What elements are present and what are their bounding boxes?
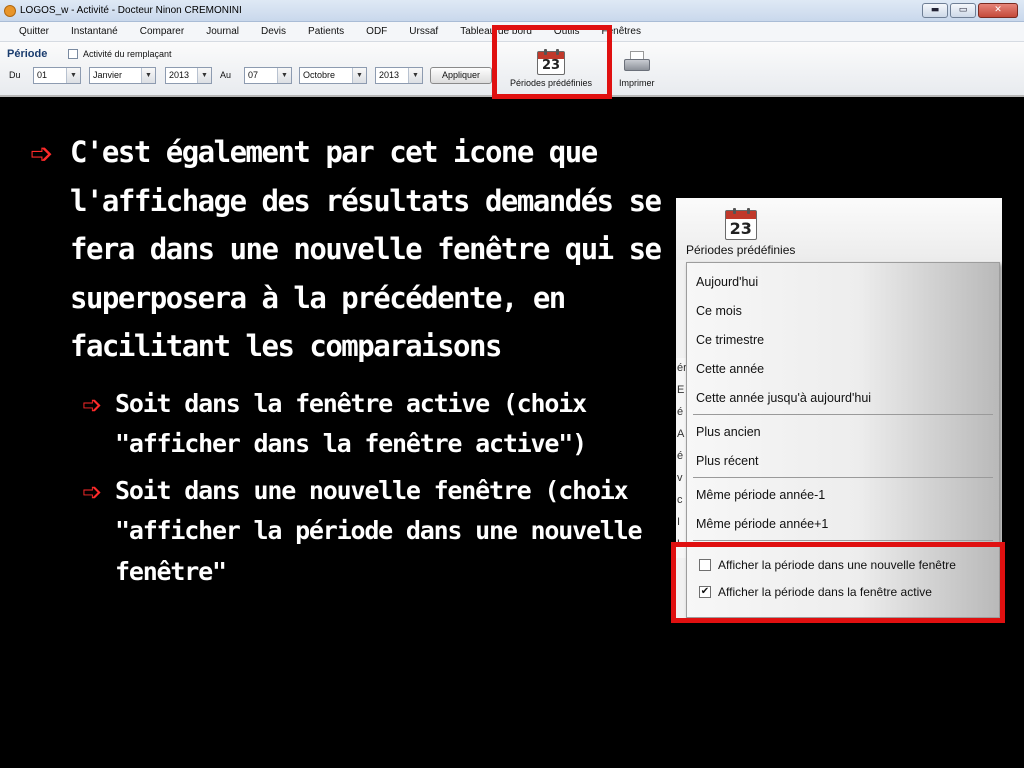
to-month-value: Octobre <box>303 70 336 80</box>
from-year-select[interactable]: 2013 ▼ <box>165 67 212 84</box>
to-day-value: 07 <box>248 70 259 80</box>
close-button[interactable]: ✕ <box>978 3 1018 18</box>
menu-item-newer[interactable]: Plus récent <box>696 454 759 468</box>
predefined-periods-button[interactable]: 23 Périodes prédéfinies <box>686 208 796 257</box>
printer-icon <box>623 51 650 73</box>
from-day-value: 01 <box>37 70 48 80</box>
menu-item-today[interactable]: Aujourd'hui <box>696 275 758 289</box>
sub-bullet-text: Soit dans une nouvelle fenêtre (choix "a… <box>115 475 643 586</box>
slide-text: ➩ C'est également par cet icone que l'af… <box>30 128 670 592</box>
from-month-select[interactable]: Janvier ▼ <box>89 67 156 84</box>
chevron-down-icon[interactable]: ▼ <box>197 68 211 83</box>
chevron-down-icon[interactable]: ▼ <box>141 68 155 83</box>
minimize-button[interactable]: ▬ <box>922 3 948 18</box>
menu-instantane[interactable]: Instantané <box>60 26 129 37</box>
menu-item-older[interactable]: Plus ancien <box>696 425 761 439</box>
to-month-select[interactable]: Octobre ▼ <box>299 67 367 84</box>
sub-bullet-new-window: ➩ Soit dans une nouvelle fenêtre (choix … <box>30 471 670 593</box>
sub-bullet-active-window: ➩ Soit dans la fenêtre active (choix "af… <box>30 384 670 465</box>
menu-item-this-quarter[interactable]: Ce trimestre <box>696 333 764 347</box>
menu-quitter[interactable]: Quitter <box>8 26 60 37</box>
main-bullet: ➩ C'est également par cet icone que l'af… <box>30 128 670 371</box>
menu-separator <box>693 540 993 541</box>
from-day-select[interactable]: 01 ▼ <box>33 67 81 84</box>
predefined-periods-label: Périodes prédéfinies <box>686 243 796 257</box>
periods-button-highlight <box>492 25 612 99</box>
menu-item-this-year[interactable]: Cette année <box>696 362 764 376</box>
maximize-button[interactable]: ▭ <box>950 3 976 18</box>
chevron-down-icon[interactable]: ▼ <box>66 68 80 83</box>
print-button[interactable]: Imprimer <box>619 45 655 88</box>
background-window-edge: ér E é A é v c I L <box>676 358 687 558</box>
periode-label: Période <box>7 48 48 60</box>
calendar-day: 23 <box>729 219 752 238</box>
menu-comparer[interactable]: Comparer <box>129 26 195 37</box>
replacement-checkbox-label: Activité du remplaçant <box>83 49 172 59</box>
menu-item-year-to-date[interactable]: Cette année jusqu'à aujourd'hui <box>696 391 871 405</box>
from-month-value: Janvier <box>93 70 123 80</box>
display-options-highlight <box>671 542 1005 623</box>
arrow-bullet-icon: ➩ <box>82 390 102 419</box>
replacement-checkbox[interactable] <box>68 49 78 59</box>
replacement-checkbox-row[interactable]: Activité du remplaçant <box>68 49 172 59</box>
dropdown-header: 23 Périodes prédéfinies <box>676 198 1002 260</box>
menu-item-this-month[interactable]: Ce mois <box>696 304 742 318</box>
du-label: Du <box>9 70 21 80</box>
menu-odf[interactable]: ODF <box>355 26 398 37</box>
from-year-value: 2013 <box>169 70 190 80</box>
app-logo-icon <box>4 4 16 17</box>
title-bar: LOGOS_w - Activité - Docteur Ninon CREMO… <box>0 0 1024 22</box>
apply-button[interactable]: Appliquer <box>430 67 492 84</box>
menu-separator <box>693 477 993 478</box>
to-day-select[interactable]: 07 ▼ <box>244 67 292 84</box>
menu-item-same-period-prev-year[interactable]: Même période année-1 <box>696 488 825 502</box>
date-filter-row: Du 01 ▼ Janvier ▼ 2013 ▼ Au 07 ▼ Octobre… <box>0 67 500 85</box>
to-year-value: 2013 <box>379 70 400 80</box>
calendar-icon: 23 <box>724 208 757 240</box>
print-label: Imprimer <box>619 78 655 88</box>
chevron-down-icon[interactable]: ▼ <box>352 68 366 83</box>
menu-devis[interactable]: Devis <box>250 26 297 37</box>
chevron-down-icon[interactable]: ▼ <box>277 68 291 83</box>
window-title: LOGOS_w - Activité - Docteur Ninon CREMO… <box>20 5 242 16</box>
menu-separator <box>693 414 993 415</box>
window-controls: ▬ ▭ ✕ <box>922 3 1018 18</box>
chevron-down-icon[interactable]: ▼ <box>408 68 422 83</box>
sub-bullet-text: Soit dans la fenêtre active (choix "affi… <box>115 388 587 459</box>
menu-item-same-period-next-year[interactable]: Même période année+1 <box>696 517 828 531</box>
arrow-bullet-icon: ➩ <box>82 477 102 506</box>
au-label: Au <box>220 70 232 80</box>
arrow-bullet-icon: ➩ <box>30 137 53 170</box>
menu-urssaf[interactable]: Urssaf <box>398 26 449 37</box>
to-year-select[interactable]: 2013 ▼ <box>375 67 423 84</box>
main-bullet-text: C'est également par cet icone que l'affi… <box>70 135 662 363</box>
menu-journal[interactable]: Journal <box>195 26 250 37</box>
menu-patients[interactable]: Patients <box>297 26 355 37</box>
